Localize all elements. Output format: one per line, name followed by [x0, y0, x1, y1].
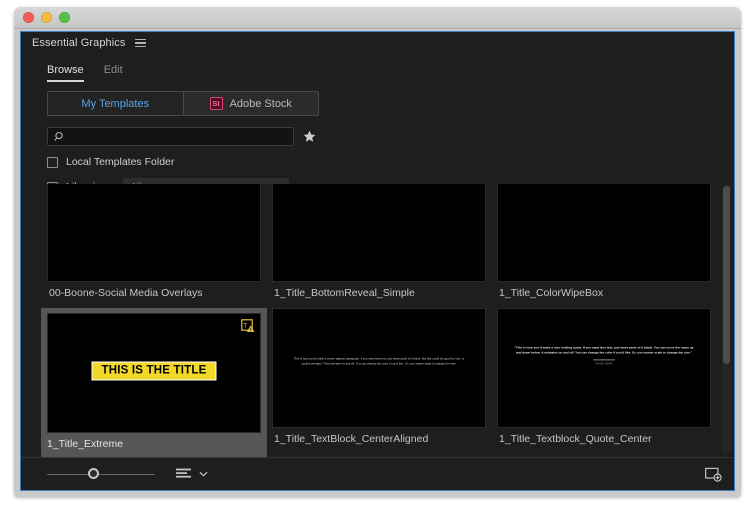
template-thumbnail[interactable]: [497, 184, 711, 282]
local-templates-checkbox[interactable]: [47, 156, 58, 168]
vertical-scrollbar-track[interactable]: [722, 184, 731, 454]
template-label: 1_Title_Textblock_Quote_Center: [499, 433, 652, 445]
template-label: 1_Title_TextBlock_CenterAligned: [274, 433, 429, 445]
slider-track: [47, 473, 155, 475]
search-row: [21, 116, 734, 146]
adobe-stock-icon: St: [209, 97, 223, 110]
template-thumbnail[interactable]: This is how you'd make a center aligned …: [272, 308, 486, 428]
template-grid: 00-Boone-Social Media Overlays 1_Title_B…: [41, 184, 711, 457]
template-thumbnail[interactable]: "This is how you'd make a nice looking q…: [497, 308, 711, 428]
quote-text: "This is how you'd make a nice looking q…: [514, 345, 694, 355]
quote-divider: [593, 359, 615, 361]
template-grid-scroll-area[interactable]: 00-Boone-Social Media Overlays 1_Title_B…: [21, 184, 734, 457]
window-titlebar: [14, 7, 741, 29]
template-thumbnail[interactable]: [272, 184, 486, 282]
search-input[interactable]: [70, 131, 293, 142]
template-label: 1_Title_ColorWipeBox: [499, 287, 604, 299]
template-item[interactable]: 1_Title_ColorWipeBox: [497, 184, 711, 308]
panel-menu-icon[interactable]: [134, 38, 146, 48]
my-templates-label: My Templates: [81, 97, 150, 110]
star-icon[interactable]: [303, 130, 316, 143]
template-item[interactable]: "This is how you'd make a nice looking q…: [497, 308, 711, 457]
sort-list-icon[interactable]: [176, 468, 191, 480]
search-icon: [54, 131, 63, 141]
zoom-button[interactable]: [59, 12, 70, 23]
tab-edit[interactable]: Edit: [104, 64, 123, 82]
chevron-down-icon[interactable]: [199, 471, 208, 477]
template-item[interactable]: 1_Title_BottomReveal_Simple: [272, 184, 486, 308]
template-quote-art: "This is how you'd make a nice looking q…: [498, 346, 710, 367]
template-item[interactable]: This is how you'd make a center aligned …: [272, 308, 486, 457]
local-templates-label: Local Templates Folder: [66, 156, 175, 168]
svg-text:T: T: [243, 322, 247, 329]
adobe-stock-button[interactable]: St Adobe Stock: [182, 92, 318, 115]
page-title: Essential Graphics: [32, 37, 126, 49]
panel-tabs: Browse Edit: [21, 54, 734, 82]
search-field-wrap[interactable]: [47, 127, 294, 146]
quote-attribution: NAME HERE: [595, 362, 613, 366]
thumbnail-size-slider[interactable]: [47, 468, 155, 480]
panel-header: Essential Graphics: [21, 32, 734, 54]
close-button[interactable]: [23, 12, 34, 23]
window-controls: [23, 12, 70, 23]
local-templates-filter-row: Local Templates Folder: [21, 156, 734, 168]
os-window: Essential Graphics Browse Edit My Templa…: [14, 7, 741, 497]
new-layer-icon[interactable]: [705, 467, 722, 482]
template-item-selected[interactable]: THIS IS THE TITLE T 1_Title_Extreme: [41, 308, 267, 457]
template-label: 1_Title_BottomReveal_Simple: [274, 287, 415, 299]
template-thumbnail[interactable]: THIS IS THE TITLE T: [47, 313, 261, 433]
adobe-stock-label: Adobe Stock: [229, 97, 292, 110]
template-paragraph-art: This is how you'd make a center aligned …: [293, 356, 465, 365]
template-item[interactable]: 00-Boone-Social Media Overlays: [47, 184, 261, 308]
vertical-scrollbar-thumb[interactable]: [723, 186, 730, 364]
tab-browse[interactable]: Browse: [47, 64, 84, 82]
template-title-art: THIS IS THE TITLE: [92, 362, 216, 380]
panel-footer: [21, 457, 734, 490]
template-thumbnail[interactable]: [47, 184, 261, 282]
minimize-button[interactable]: [41, 12, 52, 23]
template-label: 1_Title_Extreme: [47, 438, 124, 450]
my-templates-button[interactable]: My Templates: [48, 92, 183, 115]
template-source-toggle: My Templates St Adobe Stock: [47, 91, 319, 116]
slider-knob[interactable]: [88, 468, 100, 479]
template-label: 00-Boone-Social Media Overlays: [49, 287, 203, 299]
template-source-row: My Templates St Adobe Stock: [21, 82, 734, 116]
essential-graphics-panel: Essential Graphics Browse Edit My Templa…: [20, 31, 735, 491]
text-warning-icon: T: [241, 319, 255, 332]
